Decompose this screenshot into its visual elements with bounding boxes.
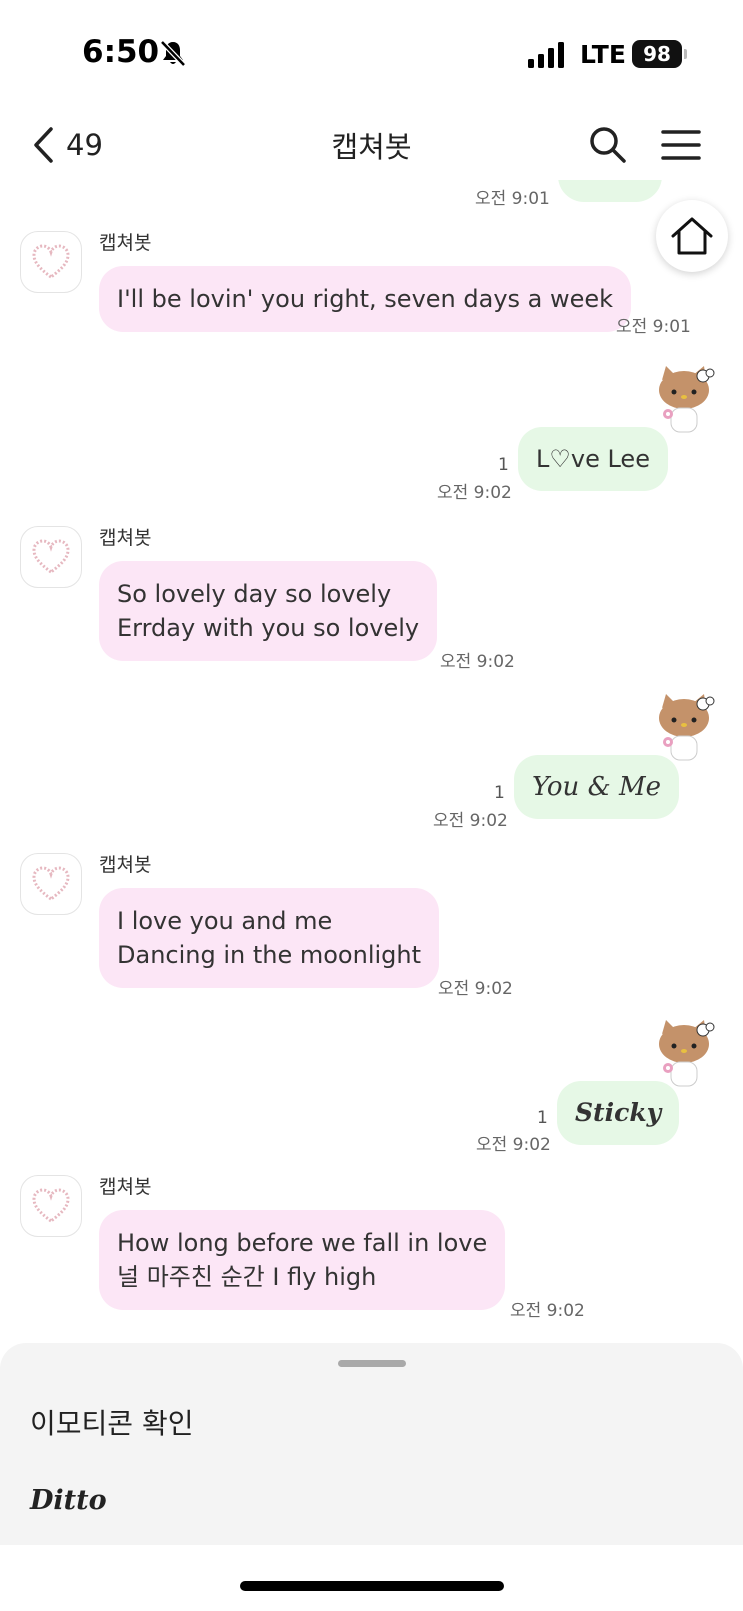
back-button[interactable]: 49 [30, 122, 110, 168]
sheet-drag-handle[interactable] [338, 1360, 406, 1367]
message-text: 널 마주친 순간 I fly high [117, 1263, 377, 1291]
avatar[interactable] [20, 526, 82, 588]
message-text: Sticky [575, 1098, 662, 1127]
heart-icon [32, 1188, 70, 1223]
partial-message-bubble[interactable] [558, 180, 662, 202]
heart-icon [32, 539, 70, 574]
hello-kitty-icon [659, 1020, 715, 1087]
message-bubble[interactable]: You & Me [514, 755, 679, 819]
menu-icon[interactable] [660, 126, 702, 164]
message-time: 오전 9:02 [438, 979, 513, 999]
emoticon-sheet: 이모티콘 확인 Ditto [0, 1343, 743, 1545]
message-time: 오전 9:01 [616, 317, 691, 337]
avatar[interactable] [20, 1175, 82, 1237]
message-time: 오전 9:01 [475, 189, 550, 209]
avatar[interactable] [20, 231, 82, 293]
message-text: L♡ve Lee [536, 445, 650, 473]
sender-name: 캡쳐봇 [99, 527, 152, 549]
message-time: 오전 9:02 [437, 483, 512, 503]
hello-kitty-icon [659, 366, 715, 433]
message-text: Dancing in the moonlight [117, 941, 422, 969]
message-time: 오전 9:02 [440, 652, 515, 672]
status-bar: 6:50 LTE 98 [0, 0, 743, 100]
message-text: So lovely day so lovely [117, 580, 392, 608]
battery-level: 98 [632, 40, 682, 68]
message-time: 오전 9:02 [510, 1301, 585, 1321]
message-bubble[interactable]: I'll be lovin' you right, seven days a w… [99, 266, 632, 332]
message-time: 오전 9:02 [476, 1135, 551, 1155]
chat-title: 캡쳐봇 [331, 130, 412, 164]
message-text: I'll be lovin' you right, seven days a w… [117, 285, 614, 313]
bell-muted-icon [160, 40, 186, 67]
read-count: 1 [494, 783, 505, 803]
heart-icon [32, 866, 70, 901]
search-icon[interactable] [587, 124, 629, 166]
message-text: You & Me [532, 772, 661, 802]
read-count: 1 [498, 455, 509, 475]
avatar[interactable] [20, 853, 82, 915]
chat-header: 49 캡쳐봇 [0, 110, 743, 180]
message-bubble[interactable]: Sticky [557, 1081, 680, 1145]
heart-icon [32, 244, 70, 279]
home-icon [671, 217, 713, 255]
message-bubble[interactable]: So lovely day so lovely Errday with you … [99, 561, 438, 661]
message-bubble[interactable]: I love you and me Dancing in the moonlig… [99, 888, 440, 988]
home-indicator[interactable] [240, 1581, 504, 1591]
message-text: Errday with you so lovely [117, 614, 420, 642]
message-bubble[interactable]: L♡ve Lee [518, 427, 668, 491]
message-bubble[interactable]: How long before we fall in love 널 마주친 순간… [99, 1210, 506, 1310]
sender-name: 캡쳐봇 [99, 854, 152, 876]
emoticon-check-option[interactable]: 이모티콘 확인 [30, 1402, 193, 1442]
chat-messages[interactable]: 오전 9:01 캡쳐봇 I'll be lovin' you right, se… [0, 180, 743, 1340]
sender-name: 캡쳐봇 [99, 1176, 152, 1198]
message-time: 오전 9:02 [433, 811, 508, 831]
unread-count: 49 [66, 128, 103, 162]
message-text: How long before we fall in love [117, 1229, 488, 1257]
hello-kitty-icon [659, 694, 715, 761]
read-count: 1 [537, 1108, 548, 1128]
network-type: LTE [580, 40, 626, 69]
status-time: 6:50 [82, 34, 160, 70]
battery-tip [684, 49, 687, 59]
home-button[interactable] [656, 200, 728, 272]
ditto-emoticon-option[interactable]: Ditto [30, 1485, 107, 1516]
chevron-left-icon [34, 127, 53, 163]
message-text: I love you and me [117, 907, 333, 935]
sender-name: 캡쳐봇 [99, 232, 152, 254]
signal-icon [528, 42, 564, 68]
